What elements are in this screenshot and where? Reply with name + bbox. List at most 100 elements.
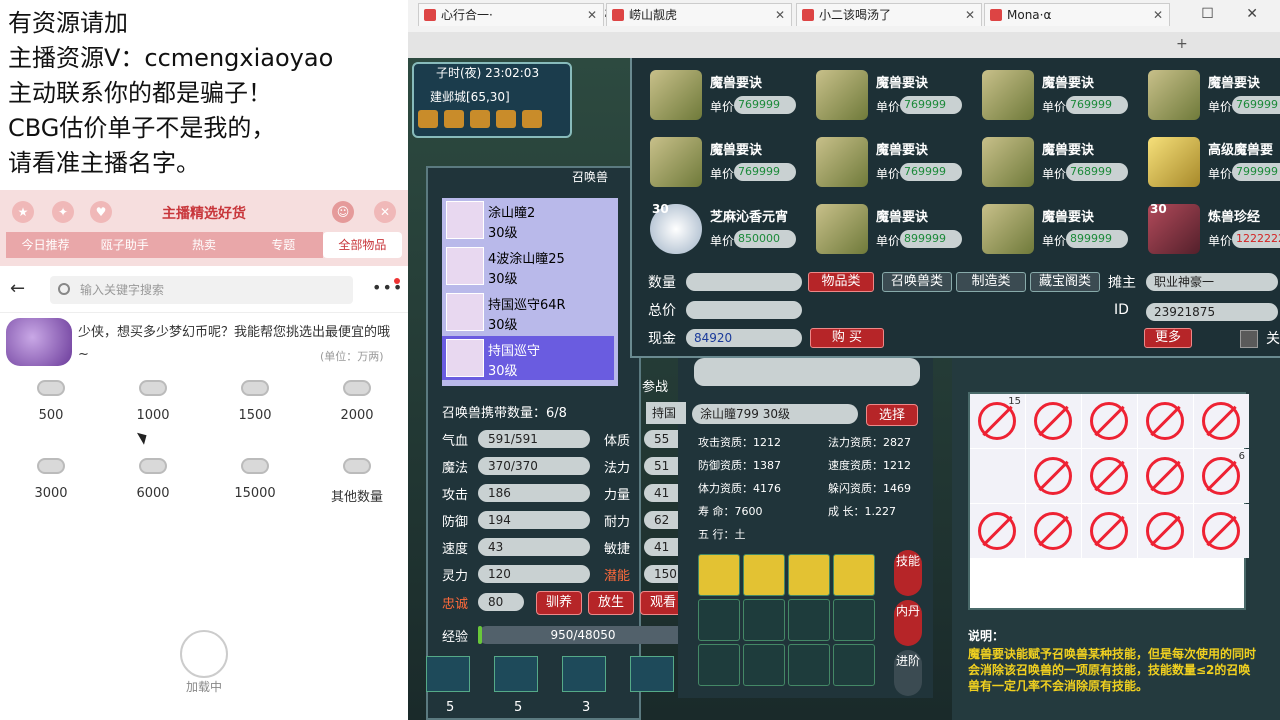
inventory-slot[interactable]: 15 — [970, 394, 1025, 448]
skill-slot[interactable] — [630, 656, 674, 692]
inventory-slot[interactable] — [1138, 504, 1193, 558]
map-location[interactable]: 建邺城[65,30] — [430, 88, 510, 105]
inventory-slot[interactable] — [1082, 504, 1137, 558]
skill-slot[interactable] — [833, 599, 875, 641]
skill-icon[interactable] — [788, 554, 830, 596]
skills-button[interactable]: 技能 — [894, 550, 922, 596]
inventory-slot[interactable] — [1194, 394, 1249, 448]
market-item[interactable]: 魔兽要诀 单价 769999 — [972, 62, 1134, 122]
tab-hot[interactable]: 热卖 — [164, 232, 244, 258]
skill-slot[interactable] — [743, 599, 785, 641]
amount-option[interactable]: 1500 — [204, 370, 306, 444]
skill-icon[interactable] — [743, 554, 785, 596]
scroll-icon — [982, 204, 1034, 254]
close-icon[interactable]: ✕ — [775, 4, 785, 26]
pet-list-item[interactable]: 持国巡守64R 30级 — [442, 290, 614, 334]
inventory-slot[interactable] — [1138, 394, 1193, 448]
market-item[interactable]: 魔兽要诀 单价 769999 — [640, 129, 802, 189]
game-tab[interactable]: 心行合一· ✕ — [418, 3, 604, 26]
select-button[interactable]: 选择 — [866, 404, 918, 426]
stat-label: 魔法 — [442, 461, 469, 476]
market-item[interactable]: 高级魔兽要 单价 799999 — [1138, 129, 1280, 189]
window-controls[interactable]: — ☐ ✕ — [1155, 0, 1272, 28]
amount-option[interactable]: 6000 — [102, 448, 204, 522]
back-arrow-icon[interactable]: ← — [10, 278, 25, 299]
skill-slot[interactable] — [426, 656, 470, 692]
amount-option[interactable]: 2000 — [306, 370, 408, 444]
category-pets-button[interactable]: 召唤兽类 — [882, 272, 952, 292]
market-item[interactable]: 魔兽要诀 单价 769999 — [640, 62, 802, 122]
pet-list-item[interactable]: 4波涂山瞳25 30级 — [442, 244, 614, 288]
pet-list-item[interactable]: 持国巡守 30级 — [442, 336, 614, 380]
mascot-avatar — [6, 318, 72, 366]
inventory-slot[interactable] — [970, 449, 1025, 503]
inventory-slot[interactable] — [1026, 394, 1081, 448]
map-icon[interactable] — [418, 110, 438, 128]
category-items-button[interactable]: 物品类 — [808, 272, 874, 292]
skill-slot[interactable] — [494, 656, 538, 692]
treasure-icon[interactable] — [444, 110, 464, 128]
skill-slot[interactable] — [743, 644, 785, 686]
inner-dan-button[interactable]: 内丹 — [894, 600, 922, 646]
market-item[interactable]: 魔兽要诀 单价 899999 — [972, 196, 1134, 256]
tab-helper[interactable]: 瓯子助手 — [85, 232, 165, 258]
bag-icon[interactable] — [496, 110, 516, 128]
skill-slot[interactable] — [833, 644, 875, 686]
inventory-slot[interactable]: 6 — [1194, 449, 1249, 503]
stat-label: 速度 — [442, 542, 469, 557]
close-icon[interactable]: ✕ — [374, 201, 396, 223]
game-tab-icon — [802, 9, 814, 21]
amount-option[interactable]: 500 — [0, 370, 102, 444]
market-item[interactable]: 魔兽要诀 单价 769999 — [806, 62, 968, 122]
amount-option[interactable]: 其他数量 — [306, 448, 408, 522]
pet-list-item[interactable]: 涂山瞳2 30级 — [442, 198, 614, 242]
skill-slot[interactable] — [788, 644, 830, 686]
skill-icon[interactable] — [833, 554, 875, 596]
avatar[interactable]: ☺ — [332, 201, 354, 223]
inventory-slot[interactable] — [1194, 504, 1249, 558]
market-item[interactable]: 魔兽要诀 单价 769999 — [806, 129, 968, 189]
inventory-slot[interactable] — [1026, 449, 1081, 503]
search-input[interactable]: 输入关键字搜索 — [50, 276, 353, 304]
market-item[interactable]: 30 炼兽珍经单价1222222 — [1138, 196, 1280, 256]
market-item[interactable]: 魔兽要诀 单价 899999 — [806, 196, 968, 256]
amount-option[interactable]: 3000 — [0, 448, 102, 522]
market-item[interactable]: 30 芝麻沁香元宵 单价 850000 — [640, 196, 802, 256]
tab-today[interactable]: 今日推荐 — [6, 232, 86, 258]
tab-topics[interactable]: 专题 — [243, 232, 323, 258]
release-button[interactable]: 放生 — [588, 591, 634, 615]
add-tab-button[interactable]: + — [1176, 36, 1188, 52]
more-button[interactable]: 更多 — [1144, 328, 1192, 348]
advance-button[interactable]: 进阶 — [894, 650, 922, 696]
amount-option[interactable]: 1000 — [102, 370, 204, 444]
game-tab[interactable]: 小二该喝汤了 ✕ — [796, 3, 982, 26]
amount-option[interactable]: 15000 — [204, 448, 306, 522]
close-icon[interactable]: ✕ — [965, 4, 975, 26]
participating-pet[interactable]: 持国 — [646, 402, 686, 424]
calendar-icon[interactable] — [522, 110, 542, 128]
inventory-slot[interactable] — [1082, 394, 1137, 448]
close-icon[interactable]: ✕ — [587, 4, 597, 26]
buy-button[interactable]: 购 买 — [810, 328, 884, 348]
category-treasure-button[interactable]: 藏宝阁类 — [1030, 272, 1100, 292]
tab-all-items[interactable]: 全部物品 — [322, 232, 403, 258]
quantity-input[interactable] — [686, 273, 802, 291]
compass-icon[interactable] — [470, 110, 490, 128]
category-craft-button[interactable]: 制造类 — [956, 272, 1026, 292]
inventory-slot[interactable] — [970, 504, 1025, 558]
skill-slot[interactable] — [698, 599, 740, 641]
game-tab[interactable]: 崂山靓虎 ✕ — [606, 3, 792, 26]
skill-slot[interactable] — [698, 644, 740, 686]
inventory-slot[interactable] — [1026, 504, 1081, 558]
market-item[interactable]: 魔兽要诀 单价 768999 — [972, 129, 1134, 189]
skill-slot[interactable] — [562, 656, 606, 692]
tame-button[interactable]: 驯养 — [536, 591, 582, 615]
skill-slot[interactable] — [788, 599, 830, 641]
inventory-slot[interactable] — [1138, 449, 1193, 503]
game-tab[interactable]: Mona·α ✕ — [984, 3, 1170, 26]
inventory-slot[interactable] — [1082, 449, 1137, 503]
close-checkbox[interactable] — [1240, 330, 1258, 348]
close-icon[interactable]: ✕ — [1153, 4, 1163, 26]
skill-icon[interactable] — [698, 554, 740, 596]
market-item[interactable]: 魔兽要诀 单价 769999 — [1138, 62, 1280, 122]
